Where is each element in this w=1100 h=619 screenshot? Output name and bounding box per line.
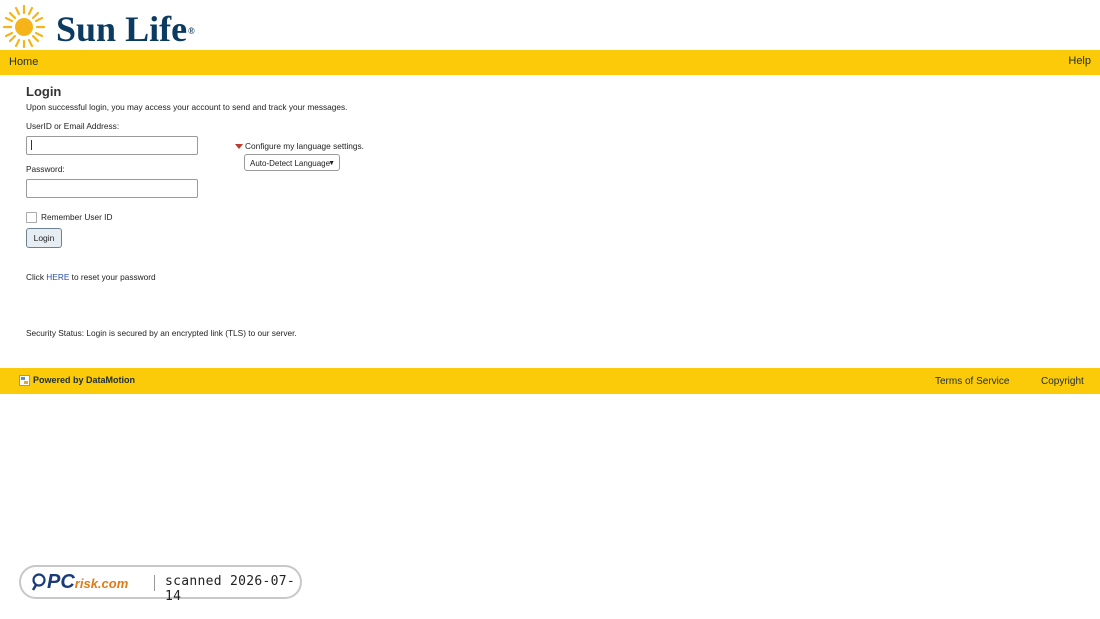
powered-by-link[interactable]: Powered by DataMotion (19, 375, 136, 387)
language-settings: Configure my language settings. Auto-Det… (235, 141, 364, 171)
scan-date-text: scanned 2026-07-14 (165, 574, 296, 604)
remember-user-id: Remember User ID (26, 212, 112, 224)
magnifier-icon (31, 573, 46, 591)
password-label: Password: (26, 164, 65, 174)
remember-checkbox[interactable] (26, 212, 37, 224)
nav-home-link[interactable]: Home (9, 56, 38, 68)
security-status: Security Status: Login is secured by an … (26, 328, 297, 338)
chevron-down-icon: ▼ (328, 160, 335, 167)
logo-reg-mark: ® (188, 26, 195, 36)
language-toggle-label: Configure my language settings. (245, 141, 364, 151)
sun-life-logo[interactable]: Sun Life® (2, 3, 202, 49)
password-input[interactable] (26, 179, 198, 198)
sun-icon (2, 4, 46, 48)
login-panel: Login Upon successful login, you may acc… (26, 84, 1026, 338)
reset-prefix: Click (26, 272, 44, 282)
pcrisk-logo: PCrisk.com (31, 571, 128, 595)
reset-password-text: Click HERE to reset your password (26, 272, 156, 282)
page: Sun Life® Home Help Login Upon successfu… (0, 0, 1100, 619)
terms-of-service-link[interactable]: Terms of Service (935, 376, 1009, 387)
logo-wordmark: Sun Life® (56, 9, 195, 49)
badge-divider (154, 575, 155, 591)
pcrisk-logo-pc: PC (47, 571, 75, 593)
scan-watermark-badge: PCrisk.com scanned 2026-07-14 (19, 565, 302, 604)
nav-help-link[interactable]: Help (1068, 55, 1091, 67)
top-nav-bar: Home Help (0, 50, 1100, 75)
pcrisk-logo-risk: risk.com (74, 576, 129, 591)
triangle-down-icon (235, 144, 243, 150)
reset-suffix: to reset your password (71, 272, 156, 282)
login-button[interactable]: Login (26, 228, 62, 248)
copyright-link[interactable]: Copyright (1041, 376, 1084, 387)
text-caret (31, 140, 32, 150)
datamotion-icon (19, 375, 30, 387)
language-settings-toggle[interactable]: Configure my language settings. (235, 141, 364, 151)
login-intro: Upon successful login, you may access yo… (26, 102, 348, 112)
language-select-value: Auto-Detect Language (250, 159, 331, 168)
remember-label[interactable]: Remember User ID (41, 212, 112, 222)
language-select[interactable]: Auto-Detect Language ▼ (244, 154, 340, 171)
powered-by-label: Powered by DataMotion (33, 375, 136, 385)
userid-input[interactable] (26, 136, 198, 155)
logo-name: Sun Life (56, 9, 188, 49)
page-title: Login (26, 84, 62, 99)
userid-label: UserID or Email Address: (26, 121, 120, 131)
footer-bar: Powered by DataMotion Terms of Service C… (0, 368, 1100, 394)
reset-password-link[interactable]: HERE (46, 272, 69, 282)
